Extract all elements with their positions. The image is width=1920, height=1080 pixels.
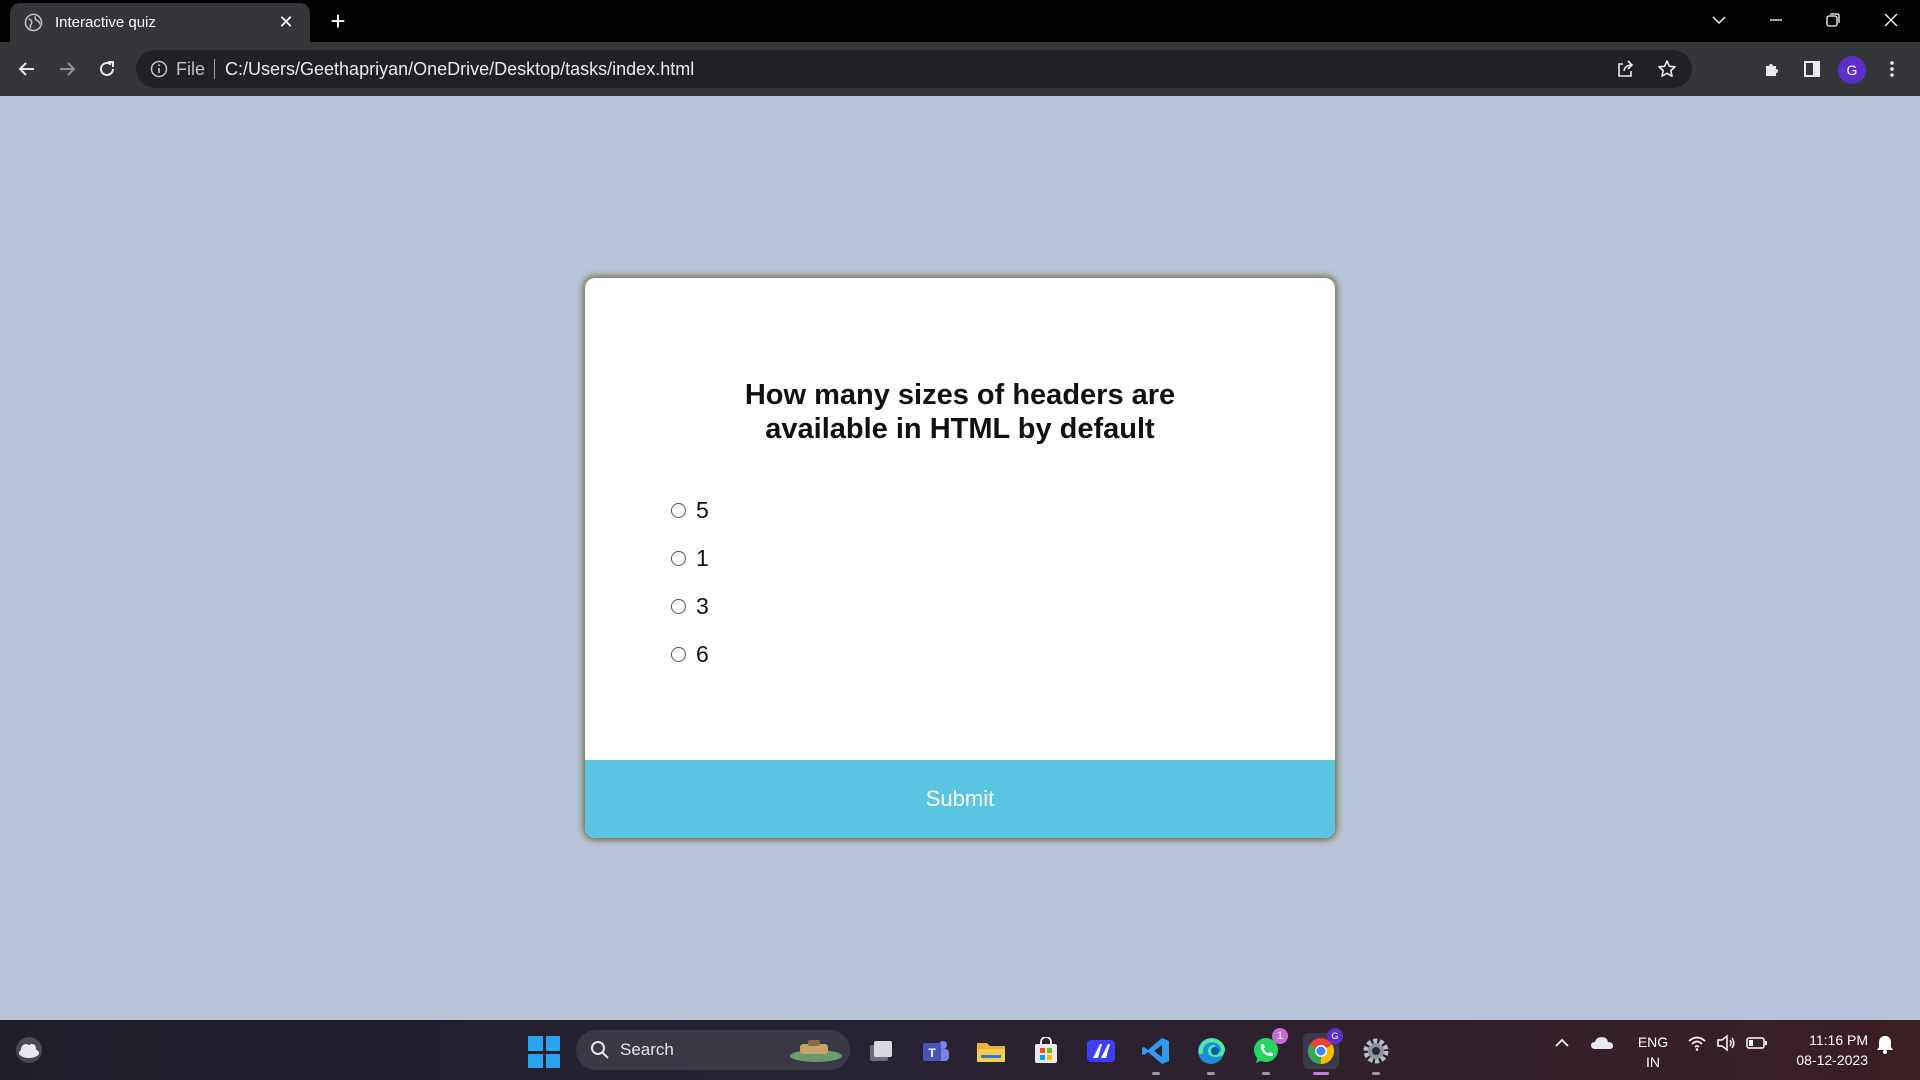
quiz-question: How many sizes of headers are available …	[744, 379, 1176, 445]
chevron-up-icon[interactable]	[1553, 1034, 1571, 1052]
vscode-icon[interactable]	[1138, 1033, 1174, 1075]
answer-option[interactable]: 5	[671, 486, 709, 534]
language-indicator[interactable]: ENG IN	[1636, 1032, 1670, 1072]
windows-start-icon[interactable]	[528, 1036, 560, 1068]
notification-badge: 1	[1272, 1028, 1288, 1044]
search-icon	[591, 1041, 609, 1059]
extensions-puzzle-icon[interactable]	[1757, 54, 1787, 84]
microsoft-store-icon[interactable]	[1028, 1033, 1064, 1069]
edge-icon[interactable]	[1193, 1033, 1229, 1075]
region-code: IN	[1646, 1054, 1660, 1070]
url-text[interactable]: C:/Users/Geethapriyan/OneDrive/Desktop/t…	[225, 59, 694, 80]
answer-option[interactable]: 6	[671, 630, 709, 678]
back-arrow-icon[interactable]	[12, 54, 42, 84]
address-separator	[214, 59, 216, 79]
forward-arrow-icon[interactable]	[52, 54, 82, 84]
answer-label[interactable]: 1	[696, 545, 709, 572]
search-highlight-art-icon	[790, 1040, 842, 1062]
radio-button[interactable]	[671, 502, 686, 518]
answer-label[interactable]: 6	[696, 641, 709, 668]
bookmark-star-icon[interactable]	[1654, 56, 1680, 82]
new-tab-button[interactable]: +	[325, 8, 351, 34]
tab-close-icon[interactable]: ✕	[276, 12, 296, 33]
chrome-icon[interactable]: G	[1303, 1028, 1343, 1075]
close-window-icon[interactable]	[1876, 5, 1906, 35]
wifi-icon[interactable]	[1687, 1034, 1707, 1052]
profile-badge: G	[1327, 1028, 1343, 1044]
globe-icon	[24, 13, 43, 32]
answer-label[interactable]: 5	[696, 497, 709, 524]
info-icon[interactable]	[150, 60, 168, 78]
answer-option[interactable]: 1	[671, 534, 709, 582]
radio-button[interactable]	[671, 550, 686, 566]
running-indicator	[1313, 1072, 1329, 1075]
language-code: ENG	[1637, 1034, 1669, 1050]
side-panel-icon[interactable]	[1797, 54, 1827, 84]
answer-label[interactable]: 3	[696, 593, 709, 620]
browser-toolbar: File C:/Users/Geethapriyan/OneDrive/Desk…	[0, 42, 1920, 96]
battery-icon[interactable]	[1746, 1034, 1768, 1052]
browser-tab-strip: Interactive quiz ✕ +	[0, 0, 1920, 42]
running-indicator	[1207, 1072, 1215, 1075]
clock-date: 08-12-2023	[1796, 1052, 1868, 1068]
taskbar: Search T 1 G	[0, 1020, 1920, 1080]
settings-gear-icon[interactable]	[1358, 1033, 1394, 1075]
system-clock[interactable]: 11:16 PM 08-12-2023	[1780, 1030, 1868, 1070]
browser-tab[interactable]: Interactive quiz ✕	[10, 3, 310, 42]
clock-time: 11:16 PM	[1809, 1032, 1868, 1048]
tab-title: Interactive quiz	[55, 14, 156, 31]
profile-avatar[interactable]: G	[1838, 56, 1866, 84]
svg-text:T: T	[928, 1046, 936, 1060]
share-icon[interactable]	[1612, 56, 1638, 82]
submit-button[interactable]: Submit	[585, 760, 1335, 838]
studio-app-icon[interactable]	[1083, 1033, 1119, 1069]
task-view-icon[interactable]	[863, 1033, 899, 1069]
whatsapp-icon[interactable]: 1	[1248, 1028, 1288, 1075]
radio-button[interactable]	[671, 598, 686, 614]
tab-search-icon[interactable]	[1704, 5, 1734, 35]
search-label: Search	[620, 1040, 674, 1059]
address-bar[interactable]: File C:/Users/Geethapriyan/OneDrive/Desk…	[136, 50, 1692, 88]
file-explorer-icon[interactable]	[973, 1033, 1009, 1069]
minimize-icon[interactable]	[1761, 5, 1791, 35]
reload-icon[interactable]	[92, 54, 122, 84]
onedrive-cloud-icon[interactable]	[1590, 1034, 1614, 1052]
running-indicator	[1152, 1072, 1160, 1075]
teams-icon[interactable]: T	[918, 1033, 954, 1069]
restore-icon[interactable]	[1818, 5, 1848, 35]
menu-kebab-icon[interactable]	[1877, 54, 1907, 84]
notification-bell-icon[interactable]	[1876, 1034, 1894, 1054]
volume-icon[interactable]	[1716, 1034, 1736, 1052]
answer-option[interactable]: 3	[671, 582, 709, 630]
radio-button[interactable]	[671, 646, 686, 662]
weather-cloud-icon[interactable]	[14, 1036, 44, 1064]
running-indicator	[1262, 1072, 1270, 1075]
running-indicator	[1372, 1072, 1380, 1075]
quiz-card: How many sizes of headers are available …	[585, 278, 1335, 838]
file-scheme-label: File	[176, 58, 206, 79]
taskbar-search-box[interactable]: Search	[576, 1030, 850, 1070]
answer-options: 5 1 3 6	[671, 486, 709, 678]
